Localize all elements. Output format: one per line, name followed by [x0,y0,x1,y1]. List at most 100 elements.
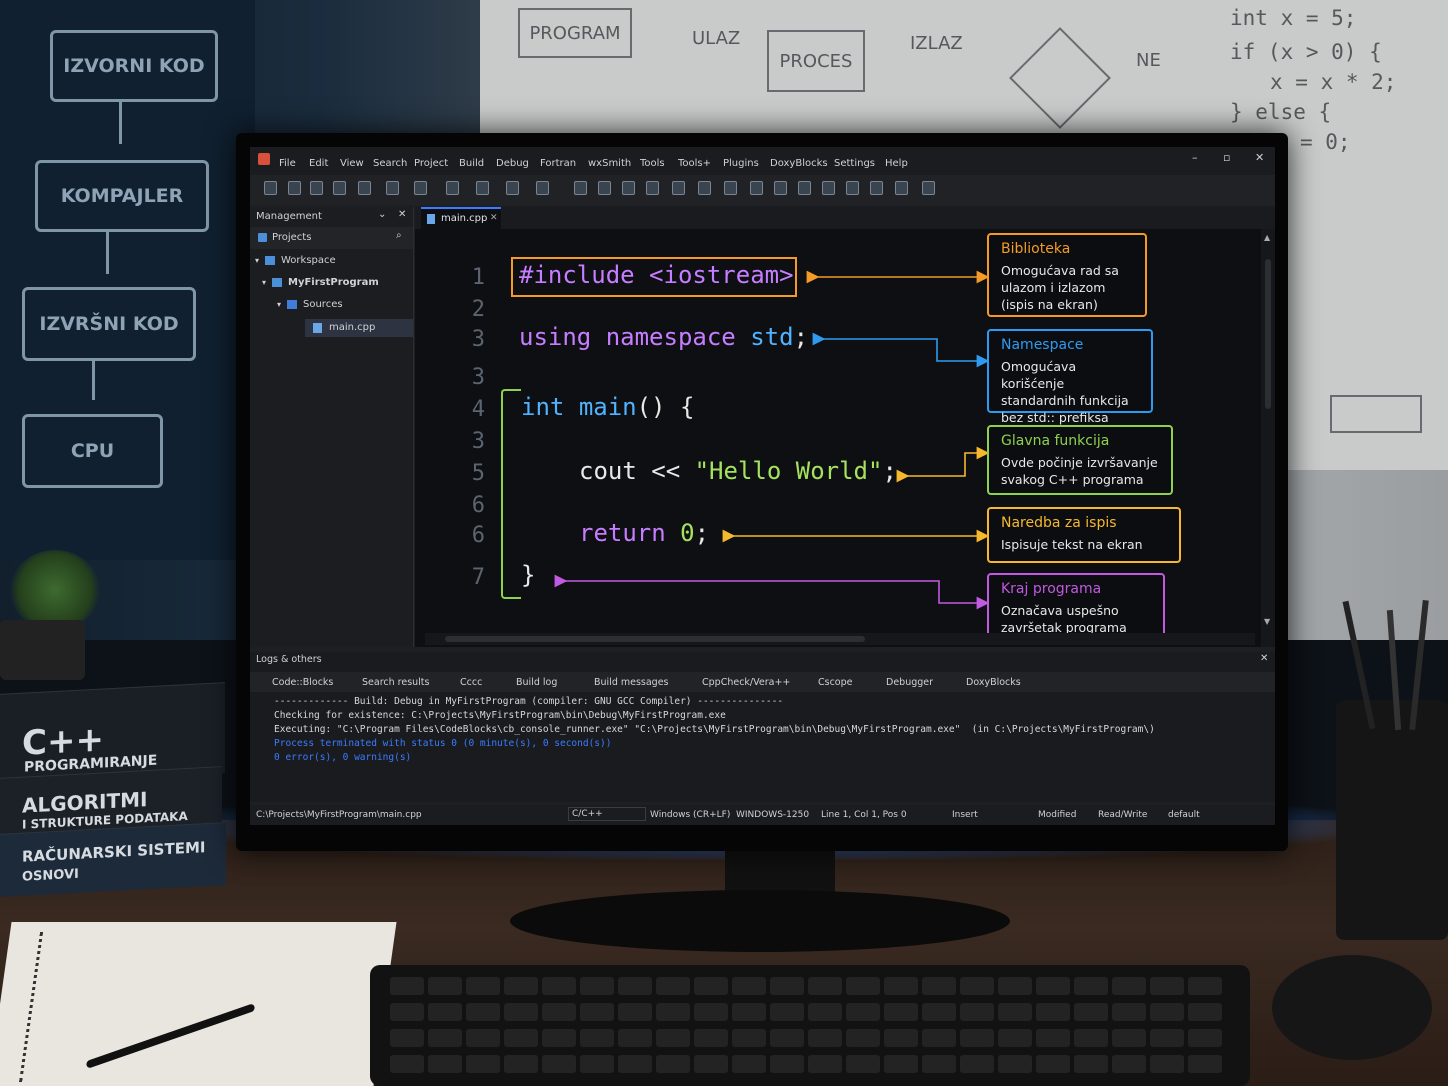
board-box-compiler: KOMPAJLER [35,160,209,232]
run-to-cursor-icon[interactable] [724,181,737,195]
step-out-icon[interactable] [798,181,811,195]
debug-icon[interactable] [698,181,711,195]
keyboard-key [770,1003,804,1021]
tree-item-sources[interactable]: ▾ Sources [277,299,412,315]
keyboard-key [542,977,576,995]
log-tab-doxyblocks[interactable]: DoxyBlocks [966,677,1021,688]
notebook [0,922,397,1086]
tree-item-project[interactable]: ▾ MyFirstProgram [262,277,412,293]
step-into-icon[interactable] [774,181,787,195]
keyboard-key [580,1029,614,1047]
debug-windows-icon[interactable] [895,181,908,195]
keyboard-key [770,1029,804,1047]
keyboard-key [694,1055,728,1073]
menu-plugins[interactable]: Plugins [723,158,759,169]
rebuild-icon[interactable] [646,181,659,195]
undo-icon[interactable] [358,181,371,195]
find-icon[interactable] [506,181,519,195]
log-tab-search-results[interactable]: Search results [362,677,429,688]
callout-biblioteka: Biblioteka Omogućava rad sa ulazom i izl… [987,233,1147,317]
workspace-icon [265,256,275,265]
close-icon[interactable]: ✕ [398,209,406,220]
keyboard-key [1074,1055,1108,1073]
keyboard-key [922,1003,956,1021]
scroll-up-icon[interactable]: ▲ [1264,233,1270,242]
save-all-icon[interactable] [333,181,346,195]
whiteboard-box-empty [1330,395,1422,433]
cut-icon[interactable] [414,181,427,195]
log-line: 0 error(s), 0 warning(s) [274,752,412,763]
log-tab-debugger[interactable]: Debugger [886,677,933,688]
log-tab-cscope[interactable]: Cscope [818,677,853,688]
scroll-thumb[interactable] [1265,259,1271,409]
search-icon[interactable]: ⌕ [396,230,402,241]
menu-edit[interactable]: Edit [309,158,328,169]
build-icon[interactable] [574,181,587,195]
menu-search[interactable]: Search [373,158,407,169]
status-modified: Modified [1038,810,1077,820]
menu-fortran[interactable]: Fortran [540,158,576,169]
whiteboard-code-line: int x = 5; [1230,6,1357,30]
menu-settings[interactable]: Settings [834,158,875,169]
keyboard-key [922,1055,956,1073]
tab-main-cpp[interactable]: main.cpp ✕ [421,207,501,231]
paste-icon[interactable] [476,181,489,195]
redo-icon[interactable] [386,181,399,195]
keyboard-key [998,977,1032,995]
keyboard-key [428,1003,462,1021]
horizontal-scrollbar[interactable] [425,633,1255,645]
keyboard-key [846,1055,880,1073]
log-tab-build-messages[interactable]: Build messages [594,677,669,688]
tab-projects[interactable]: Projects ⌕ [250,227,413,249]
tree-item-workspace[interactable]: ▾ Workspace [255,255,410,271]
menu-bar: File Edit View Search Project Build Debu… [250,147,1275,175]
various-info-icon[interactable] [922,181,935,195]
menu-tools-plus[interactable]: Tools+ [678,158,711,169]
close-logs-icon[interactable]: ✕ [1260,653,1268,664]
code-editor[interactable]: 1 2 3 3 4 3 5 6 6 7 #include <iostream> … [415,229,1275,647]
menu-project[interactable]: Project [414,158,448,169]
keyboard-key [960,1003,994,1021]
close-button[interactable]: ✕ [1255,151,1264,164]
language-select[interactable]: C/C++ [568,807,646,821]
log-tab-cccc[interactable]: Cccc [460,677,482,688]
maximize-button[interactable]: ▫ [1223,151,1230,164]
new-file-icon[interactable] [264,181,277,195]
whiteboard-code-line: if (x > 0) { [1230,40,1382,64]
close-tab-icon[interactable]: ✕ [490,213,498,223]
keyboard-key [504,1003,538,1021]
menu-debug[interactable]: Debug [496,158,529,169]
replace-icon[interactable] [536,181,549,195]
save-icon[interactable] [310,181,323,195]
abort-icon[interactable] [672,181,685,195]
scroll-down-icon[interactable]: ▼ [1264,617,1270,626]
open-file-icon[interactable] [288,181,301,195]
menu-help[interactable]: Help [885,158,908,169]
keyboard-key [998,1003,1032,1021]
menu-tools[interactable]: Tools [640,158,665,169]
h-scroll-thumb[interactable] [445,636,865,642]
menu-view[interactable]: View [340,158,364,169]
stop-debug-icon[interactable] [870,181,883,195]
keyboard-key [960,1055,994,1073]
next-line-icon[interactable] [750,181,763,195]
keyboard-key [732,1029,766,1047]
menu-file[interactable]: File [279,158,296,169]
next-instruction-icon[interactable] [822,181,835,195]
tree-item-main-cpp[interactable]: main.cpp [305,319,413,337]
copy-icon[interactable] [446,181,459,195]
log-tab-codeblocks[interactable]: Code::Blocks [272,677,333,688]
arrow-end [554,574,990,610]
menu-build[interactable]: Build [459,158,484,169]
break-icon[interactable] [846,181,859,195]
vertical-scrollbar[interactable]: ▲ ▼ [1261,229,1275,647]
menu-doxyblocks[interactable]: DoxyBlocks [770,158,828,169]
minimize-button[interactable]: – [1192,151,1198,164]
build-run-icon[interactable] [622,181,635,195]
log-tab-build-log[interactable]: Build log [516,677,557,688]
log-tab-cppcheck[interactable]: CppCheck/Vera++ [702,677,790,688]
menu-wxsmith[interactable]: wxSmith [588,158,631,169]
run-icon[interactable] [598,181,611,195]
chevron-down-icon[interactable]: ⌄ [378,209,386,220]
book-racunarski-sistemi: RAČUNARSKI SISTEMI OSNOVI [0,822,226,897]
